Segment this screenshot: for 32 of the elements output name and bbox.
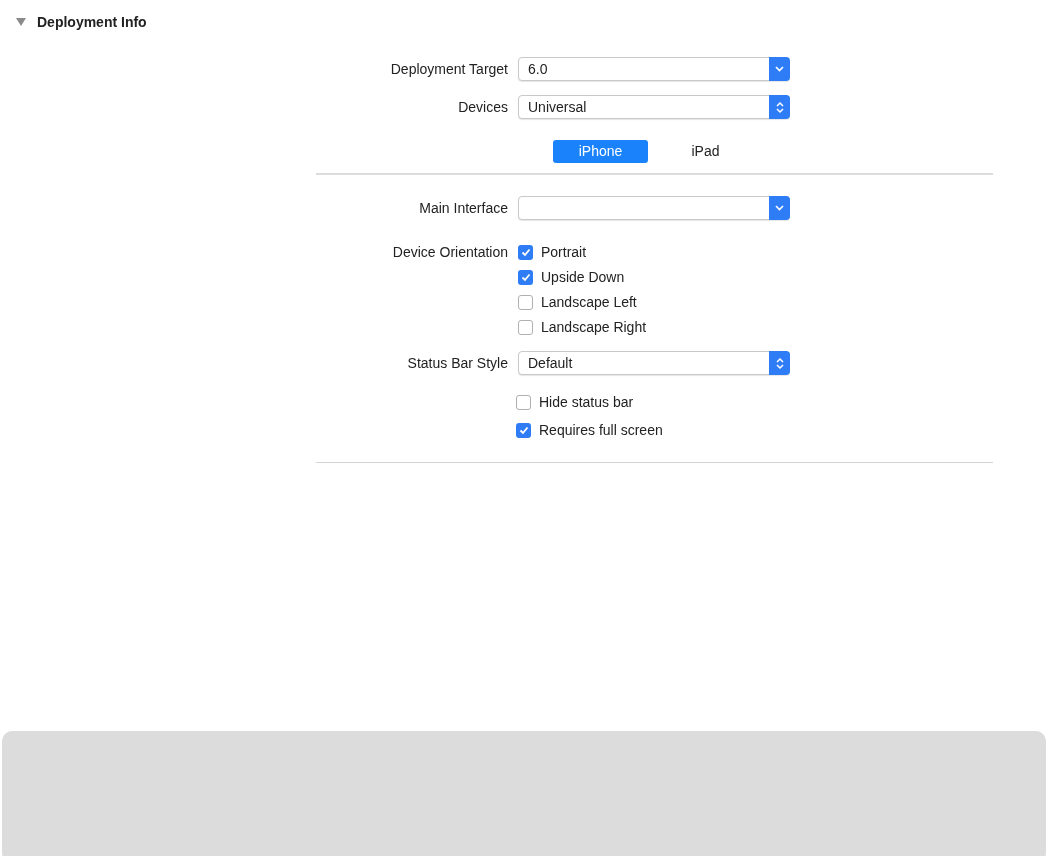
dropdown[interactable]: Default xyxy=(518,351,790,375)
checkbox-label: Requires full screen xyxy=(539,421,663,440)
chevron-down-icon xyxy=(769,196,790,220)
checkmark-icon xyxy=(520,273,531,282)
checkbox-label: Landscape Right xyxy=(541,318,647,337)
chevron-down-icon xyxy=(769,57,790,81)
dropdown[interactable]: 6.0 xyxy=(518,57,790,81)
checkbox-label: Landscape Left xyxy=(541,293,637,312)
checkbox[interactable] xyxy=(516,395,531,410)
checkbox-label: Upside Down xyxy=(541,268,625,287)
dropdown[interactable]: Universal xyxy=(518,95,790,119)
field-label: Deployment Target xyxy=(390,59,508,79)
checkbox[interactable] xyxy=(518,320,533,335)
section-title: Deployment Info xyxy=(37,12,147,32)
checkbox[interactable] xyxy=(516,423,531,438)
disclosure-triangle-icon[interactable] xyxy=(15,17,27,27)
device-tab[interactable]: iPad xyxy=(658,140,753,163)
checkbox-label: Portrait xyxy=(541,243,587,262)
field-label: Devices xyxy=(458,97,508,117)
checkbox[interactable] xyxy=(518,295,533,310)
field-label: Main Interface xyxy=(419,198,508,218)
dropdown[interactable] xyxy=(518,196,790,220)
checkbox[interactable] xyxy=(518,245,533,260)
field-label: Device Orientation xyxy=(392,243,508,262)
checkbox[interactable] xyxy=(518,270,533,285)
checkmark-icon xyxy=(518,426,529,435)
up-down-chevron-icon xyxy=(769,351,790,375)
checkmark-icon xyxy=(520,248,531,257)
device-tab[interactable]: iPhone xyxy=(553,140,648,163)
field-label: Status Bar Style xyxy=(407,353,508,373)
checkbox-label: Hide status bar xyxy=(539,393,634,412)
up-down-chevron-icon xyxy=(769,95,790,119)
